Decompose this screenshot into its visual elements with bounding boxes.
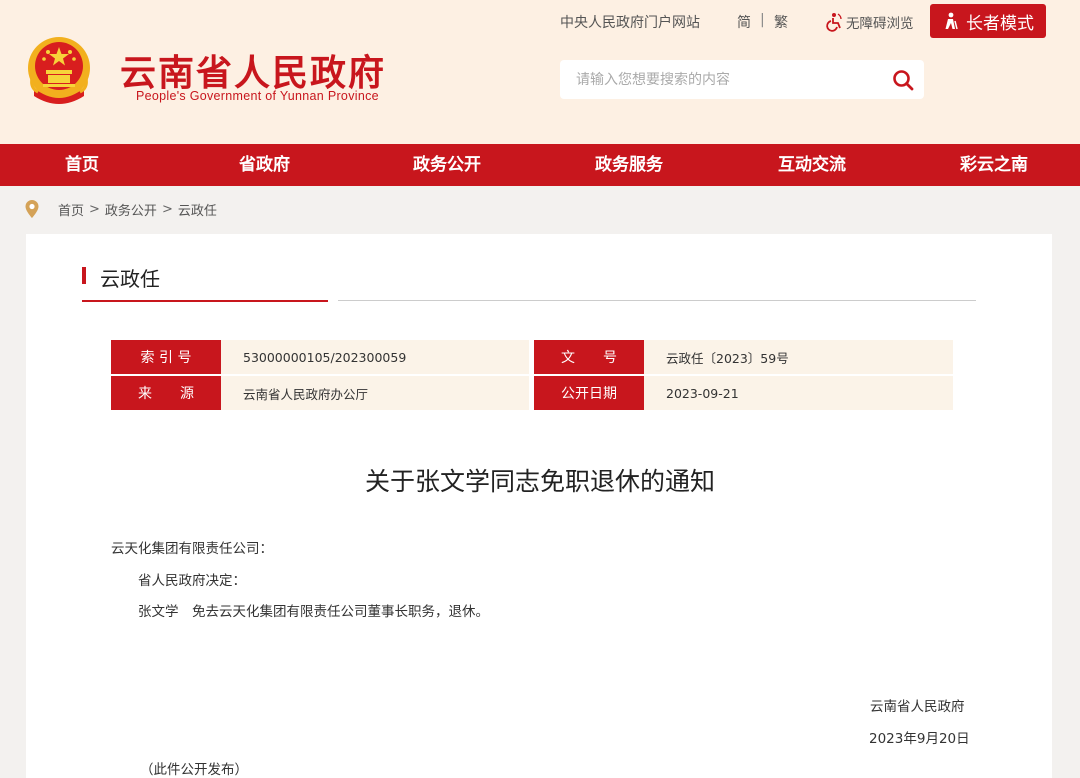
document-sign-date: 2023年9月20日 bbox=[869, 731, 970, 747]
document-signer: 云南省人民政府 bbox=[870, 699, 965, 715]
accessibility-link[interactable]: 无障碍浏览 bbox=[824, 12, 914, 32]
search-box bbox=[560, 60, 924, 99]
nav-home[interactable]: 首页 bbox=[65, 144, 99, 186]
elder-person-icon bbox=[945, 12, 958, 30]
nav-colorful-yunnan[interactable]: 彩云之南 bbox=[960, 144, 1028, 186]
breadcrumb-current[interactable]: 云政任 bbox=[178, 200, 217, 219]
section-title-marker bbox=[82, 267, 86, 284]
section-title: 云政任 bbox=[100, 267, 160, 291]
main-nav: 首页 省政府 政务公开 政务服务 互动交流 彩云之南 bbox=[0, 144, 1080, 186]
section-underline-active bbox=[82, 300, 328, 302]
breadcrumb: 首页 > 政务公开 > 云政任 bbox=[24, 198, 217, 220]
elder-mode-label: 长者模式 bbox=[966, 13, 1034, 34]
search-button[interactable] bbox=[890, 67, 916, 93]
breadcrumb-home[interactable]: 首页 bbox=[58, 200, 84, 219]
document-paragraph: 张文学 免去云天化集团有限责任公司董事长职务，退休。 bbox=[138, 604, 489, 620]
document-number-label: 文 号 bbox=[534, 340, 644, 374]
breadcrumb-separator: > bbox=[161, 201, 173, 217]
section-underline bbox=[338, 300, 976, 301]
accessibility-label: 无障碍浏览 bbox=[846, 16, 914, 32]
national-emblem-icon bbox=[28, 37, 90, 104]
document-title: 关于张文学同志免职退休的通知 bbox=[364, 467, 715, 496]
site-subtitle: People's Government of Yunnan Province bbox=[136, 89, 379, 103]
nav-interaction[interactable]: 互动交流 bbox=[778, 144, 846, 186]
simplified-chinese-link[interactable]: 简 bbox=[737, 12, 751, 32]
document-recipient: 云天化集团有限责任公司： bbox=[111, 541, 273, 557]
breadcrumb-gov-affairs-open[interactable]: 政务公开 bbox=[105, 200, 157, 219]
wheelchair-icon bbox=[826, 13, 842, 32]
central-gov-portal-link[interactable]: 中央人民政府门户网站 bbox=[560, 12, 700, 32]
lang-separator: | bbox=[760, 12, 765, 28]
search-icon bbox=[893, 70, 914, 91]
index-number-label: 索 引 号 bbox=[111, 340, 221, 374]
nav-gov-services[interactable]: 政务服务 bbox=[595, 144, 663, 186]
index-number-value: 53000000105/202300059 bbox=[221, 340, 529, 374]
nav-provincial-gov[interactable]: 省政府 bbox=[239, 144, 290, 186]
elder-mode-button[interactable]: 长者模式 bbox=[930, 4, 1046, 38]
source-label: 来 源 bbox=[111, 376, 221, 410]
nav-gov-affairs-open[interactable]: 政务公开 bbox=[413, 144, 481, 186]
document-number-value: 云政任〔2023〕59号 bbox=[644, 340, 953, 374]
document-publish-note: （此件公开发布） bbox=[140, 762, 248, 778]
site-header: 云南省人民政府 People's Government of Yunnan Pr… bbox=[0, 0, 1080, 144]
location-pin-icon bbox=[25, 200, 39, 218]
traditional-chinese-link[interactable]: 繁 bbox=[774, 12, 788, 32]
publish-date-label: 公开日期 bbox=[534, 376, 644, 410]
search-input[interactable] bbox=[560, 60, 880, 99]
source-value: 云南省人民政府办公厅 bbox=[221, 376, 529, 410]
breadcrumb-separator: > bbox=[89, 201, 100, 217]
document-paragraph: 省人民政府决定： bbox=[138, 573, 246, 589]
publish-date-value: 2023-09-21 bbox=[644, 376, 953, 410]
